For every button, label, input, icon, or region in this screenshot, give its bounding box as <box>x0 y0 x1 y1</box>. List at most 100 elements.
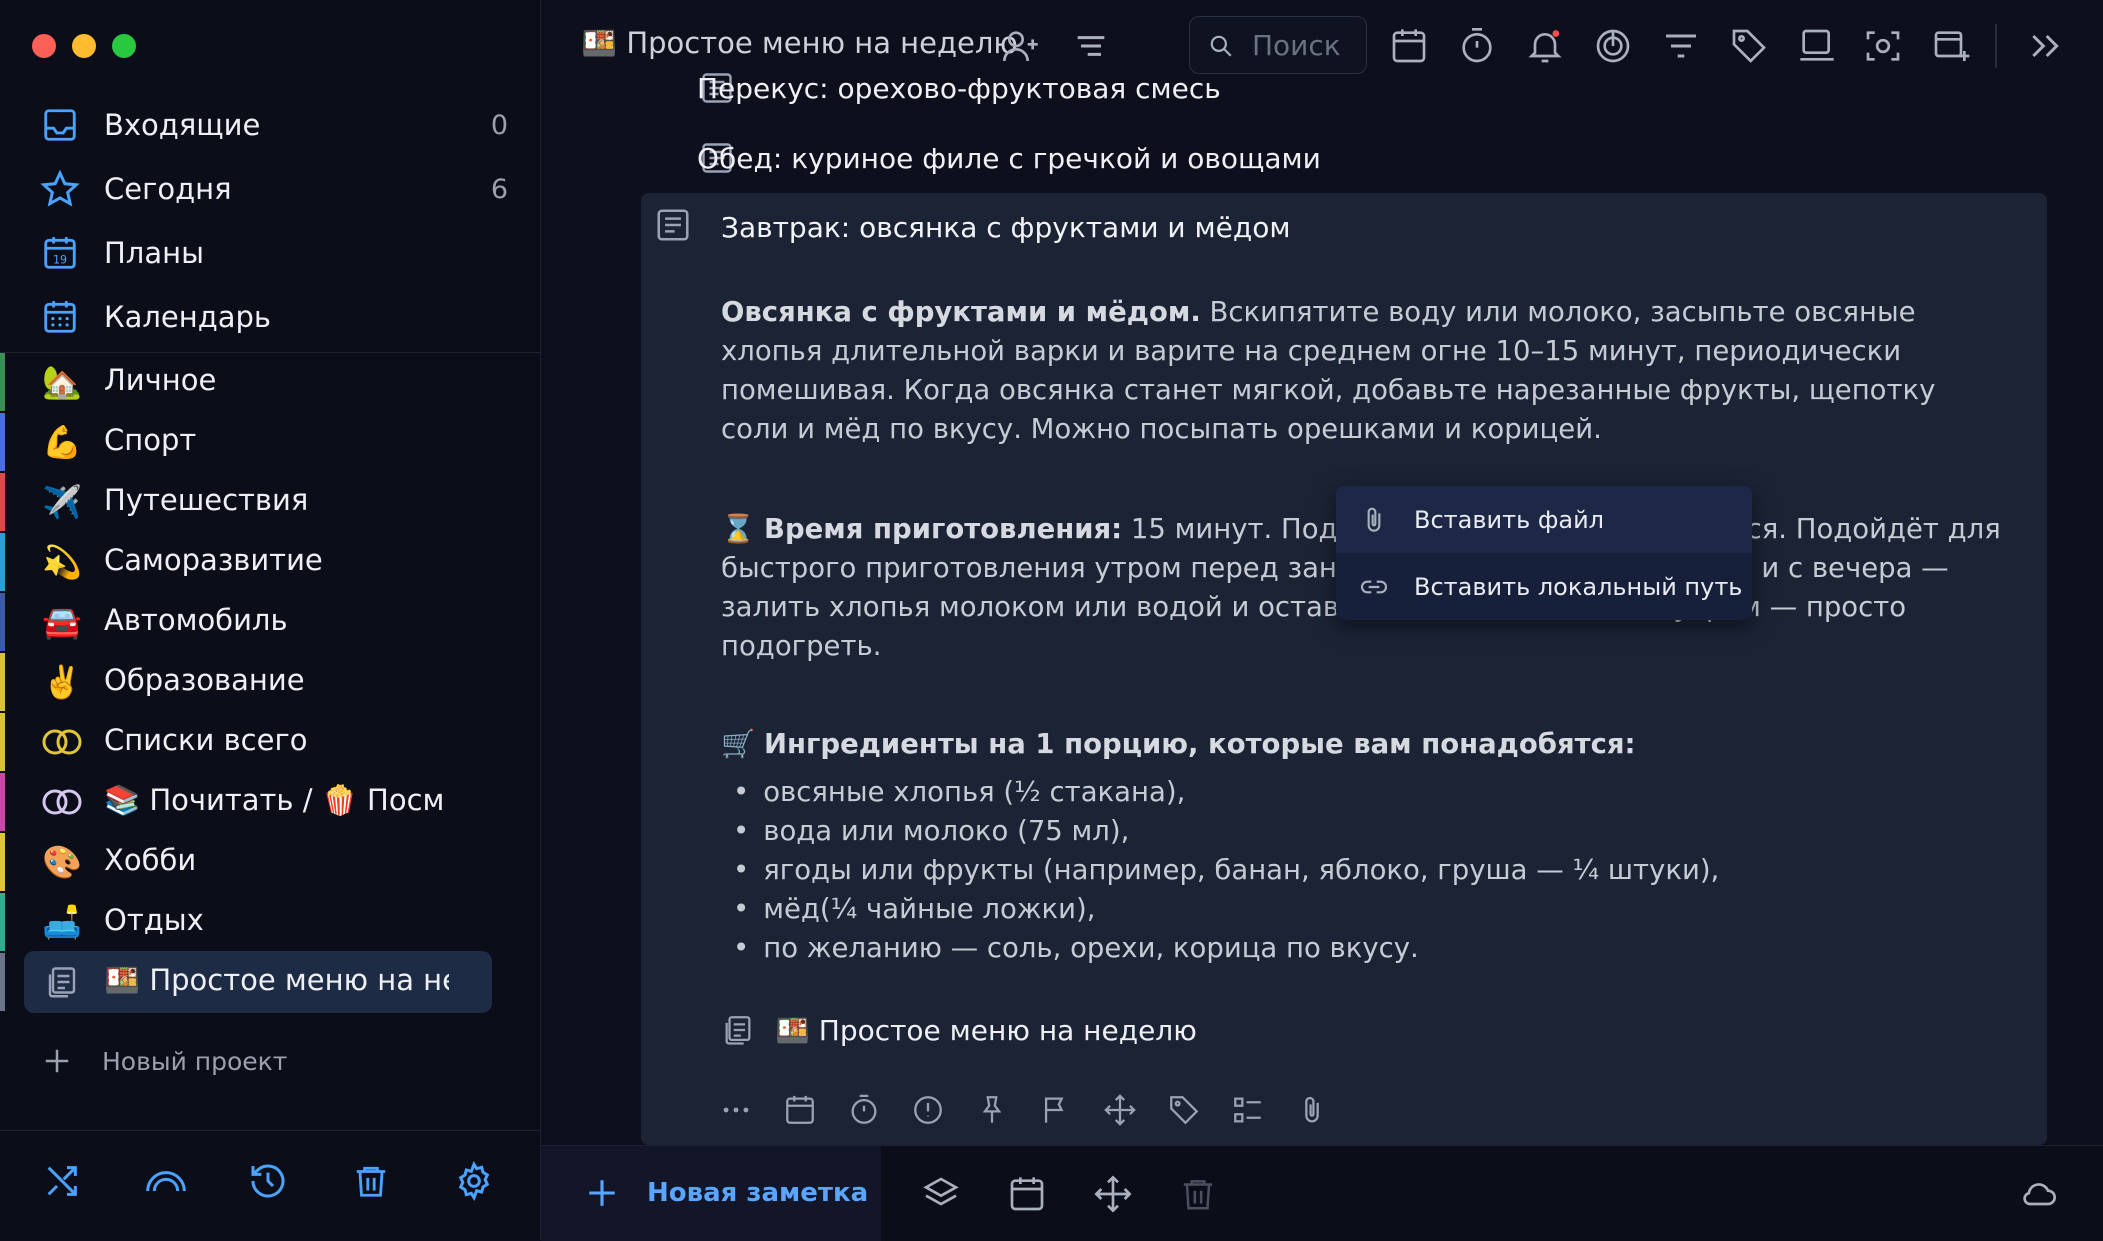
nav-today[interactable]: Сегодня 6 <box>38 161 508 217</box>
note-bold: Ингредиенты на 1 порцию, которые вам пон… <box>764 728 1636 760</box>
project-item[interactable]: 🚘 Автомобиль <box>0 593 540 651</box>
nav-inbox-label: Входящие <box>104 108 261 142</box>
nav-plans-label: Планы <box>104 236 204 270</box>
bell-icon[interactable] <box>1525 26 1565 66</box>
calendar-icon[interactable] <box>1389 26 1429 66</box>
task-row[interactable]: Обед: куриное филе с гречкой и овощами <box>697 142 1321 175</box>
hourglass-emoji: ⌛ <box>721 513 756 545</box>
ingredient-list[interactable]: овсяные хлопья (½ стакана), вода или мол… <box>733 773 1719 968</box>
screenshot-icon[interactable] <box>1863 26 1903 66</box>
project-emoji: 💫 <box>42 543 82 581</box>
project-item[interactable]: 🎨 Хобби <box>0 833 540 891</box>
note-paragraph[interactable]: 🛒 Ингредиенты на 1 порцию, которые вам п… <box>721 725 2001 764</box>
minimize-window-button[interactable] <box>72 34 96 58</box>
priority-icon[interactable] <box>911 1093 945 1127</box>
flag-icon[interactable] <box>1039 1093 1073 1127</box>
main-content: Перекус: орехово-фруктовая смесь Обед: к… <box>541 0 2103 1145</box>
focus-icon[interactable] <box>1593 26 1633 66</box>
new-note-button[interactable]: Новая заметка <box>541 1146 881 1241</box>
gear-icon[interactable] <box>454 1161 498 1205</box>
pin-icon[interactable] <box>975 1093 1009 1127</box>
timer-icon[interactable] <box>847 1093 881 1127</box>
project-emoji: ✈️ <box>42 483 82 521</box>
project-item[interactable]: 💫 Саморазвитие <box>0 533 540 591</box>
bottom-toolbar: Новая заметка <box>541 1145 2103 1241</box>
nav-today-label: Сегодня <box>104 172 232 206</box>
calendar-grid-icon <box>38 295 82 339</box>
layers-icon[interactable] <box>921 1174 961 1214</box>
tag-icon[interactable] <box>1729 26 1769 66</box>
maximize-window-button[interactable] <box>112 34 136 58</box>
project-emoji: 💪 <box>42 423 82 461</box>
project-link[interactable]: 🍱 Простое меню на неделю <box>721 1013 1197 1047</box>
history-icon[interactable] <box>248 1161 292 1205</box>
attach-popup-menu: Вставить файл Вставить локальный путь <box>1336 486 1752 620</box>
calendar-icon[interactable] <box>1007 1174 1047 1214</box>
project-item[interactable]: Списки всего <box>0 713 540 771</box>
more-icon[interactable] <box>719 1093 753 1127</box>
project-item-selected[interactable]: 🍱 Простое меню на неделю <box>0 951 540 1013</box>
project-link-label: 🍱 Простое меню на неделю <box>775 1013 1197 1047</box>
sidebar: Входящие 0 Сегодня 6 19 Планы Календарь … <box>0 0 541 1240</box>
note-paragraph[interactable]: Овсянка с фруктами и мёдом. Вскипятите в… <box>721 293 2001 449</box>
project-label: Автомобиль <box>104 603 288 637</box>
area-rings-icon <box>40 780 84 824</box>
project-label: Отдых <box>104 903 204 937</box>
move-icon[interactable] <box>1103 1093 1137 1127</box>
nav-plans[interactable]: 19 Планы <box>38 225 508 281</box>
search-input[interactable]: Поиск <box>1189 16 1367 74</box>
project-list-icon <box>721 1013 755 1047</box>
note-bold: Время приготовления: <box>764 513 1123 545</box>
add-window-icon[interactable] <box>1931 26 1971 66</box>
project-label: Спорт <box>104 423 197 457</box>
calendar-icon[interactable] <box>783 1093 817 1127</box>
project-item[interactable]: 🛋️ Отдых <box>0 893 540 951</box>
task-title[interactable]: Завтрак: овсянка с фруктами и мёдом <box>721 211 1291 244</box>
project-item[interactable]: 📚 Почитать / 🍿 Посмотреть <box>0 773 540 831</box>
sort-icon[interactable] <box>1071 26 1111 66</box>
list-item: овсяные хлопья (½ стакана), <box>733 773 1719 812</box>
new-project-button[interactable]: Новый проект <box>42 1046 287 1076</box>
project-item[interactable]: ✈️ Путешествия <box>0 473 540 531</box>
toolbar-divider <box>1995 24 1997 68</box>
list-item: ягоды или фрукты (например, банан, яблок… <box>733 851 1719 890</box>
list-item: мёд(¼ чайные ложки), <box>733 890 1719 929</box>
tag-icon[interactable] <box>1167 1093 1201 1127</box>
svg-text:19: 19 <box>53 253 67 266</box>
list-item: вода или молоко (75 мл), <box>733 812 1719 851</box>
search-icon <box>1208 33 1234 59</box>
trash-icon[interactable] <box>1179 1174 1219 1214</box>
project-label: Путешествия <box>104 483 309 517</box>
list-item: по желанию — соль, орехи, корица по вкус… <box>733 929 1719 968</box>
nav-inbox[interactable]: Входящие 0 <box>38 97 508 153</box>
project-label: Списки всего <box>104 723 308 757</box>
nav-calendar[interactable]: Календарь <box>38 289 508 345</box>
add-user-icon[interactable] <box>1001 26 1041 66</box>
timer-icon[interactable] <box>1457 26 1497 66</box>
project-emoji: 🏡 <box>42 363 82 401</box>
link-icon <box>1358 571 1390 603</box>
checklist-icon[interactable] <box>1231 1093 1265 1127</box>
filter-icon[interactable] <box>1661 26 1701 66</box>
project-item[interactable]: ✌️ Образование <box>0 653 540 711</box>
paperclip-icon[interactable] <box>1295 1093 1329 1127</box>
trash-icon[interactable] <box>352 1161 396 1205</box>
close-window-button[interactable] <box>32 34 56 58</box>
chevron-double-right-icon[interactable] <box>2025 26 2065 66</box>
rainbow-icon[interactable] <box>144 1161 188 1205</box>
shuffle-icon[interactable] <box>42 1161 86 1205</box>
window-icon[interactable] <box>1797 26 1837 66</box>
project-item[interactable]: 🏡 Личное <box>0 353 540 411</box>
cloud-icon[interactable] <box>2017 1174 2057 1214</box>
menu-item-insert-local-path[interactable]: Вставить локальный путь <box>1336 553 1752 620</box>
project-label: Хобби <box>104 843 197 877</box>
plus-icon <box>45 1049 69 1073</box>
move-icon[interactable] <box>1093 1174 1133 1214</box>
project-emoji: ✌️ <box>42 663 82 701</box>
calendar-19-icon: 19 <box>38 231 82 275</box>
project-item[interactable]: 💪 Спорт <box>0 413 540 471</box>
paperclip-icon <box>1358 504 1390 536</box>
project-color-bar <box>0 413 5 471</box>
menu-item-insert-file[interactable]: Вставить файл <box>1336 486 1752 553</box>
search-placeholder: Поиск <box>1252 29 1341 62</box>
